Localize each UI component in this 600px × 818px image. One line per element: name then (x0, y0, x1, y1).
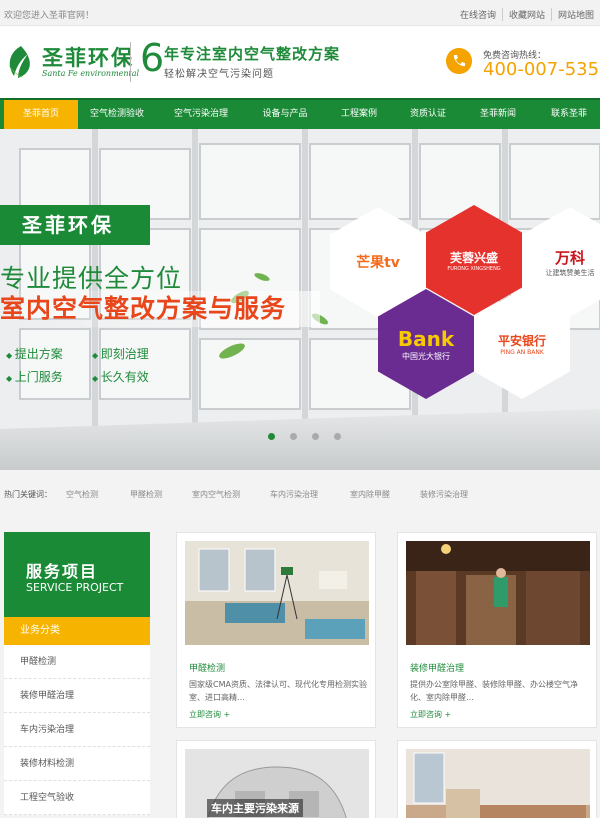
banner-headline-2: 室内空气整改方案与服务 (0, 294, 287, 323)
hot-keywords: 热门关键词： 空气检测 甲醛检测 室内空气检测 车内污染治理 室内除甲醛 装修污… (0, 481, 600, 507)
card-image-testing-room (185, 541, 369, 645)
partner-name: Bank (397, 326, 455, 351)
sidebar-title: 服务项目 (26, 562, 99, 581)
sidebar-item-material-test[interactable]: 装修材料检测 (4, 747, 150, 781)
keyword-link[interactable]: 车内污染治理 (270, 489, 318, 500)
welcome-text: 欢迎您进入圣菲官网！ (4, 11, 95, 21)
card-image-caption: 车内主要污染来源 (207, 799, 303, 817)
bullet-item: 上门服务 (6, 368, 92, 385)
slogan-sub: 轻松解决空气污染问题 (164, 69, 274, 80)
partner-name: 芙蓉兴盛 (449, 250, 498, 265)
nav-item-pollution-control[interactable]: 空气污染治理 (164, 100, 238, 129)
logo-english: Santa Fe environmental (42, 69, 140, 78)
years-number: 6 (140, 36, 165, 80)
logo-text[interactable]: 圣菲环保 (42, 42, 134, 72)
slide-dots (268, 433, 356, 440)
nav-item-news[interactable]: 圣菲新闻 (468, 100, 528, 129)
card-description: 提供办公室除甲醛、装修除甲醛、办公楼空气净化、室内除甲醛… (410, 680, 578, 702)
top-links: 在线咨询 收藏网站 网站地图 (454, 8, 600, 21)
sidebar-item-renovation-treatment[interactable]: 装修甲醛治理 (4, 679, 150, 713)
nav-item-air-testing[interactable]: 空气检测验收 (80, 100, 154, 129)
bullet-item: 即刻治理 (92, 345, 178, 362)
nav-item-cases[interactable]: 工程案例 (324, 100, 394, 129)
sitemap-link[interactable]: 网站地图 (550, 8, 600, 21)
partner-sub: 让建筑赞美生活 (545, 268, 595, 277)
card-description: 国家级CMA资质、法律认可、现代化专用检测实验室、进口高精… (189, 680, 367, 702)
card-title[interactable]: 甲醛检测 (189, 661, 225, 674)
keyword-link[interactable]: 室内除甲醛 (350, 489, 390, 500)
header-divider (130, 42, 131, 82)
keyword-link[interactable]: 装修污染治理 (420, 489, 468, 500)
hero-banner[interactable]: 圣菲环保 专业提供全方位 室内空气整改方案与服务 提出方案 即刻治理 上门服务 … (0, 129, 600, 470)
service-card[interactable]: 甲醛检测 国家级CMA资质、法律认可、现代化专用检测实验室、进口高精… 立即咨询… (176, 532, 376, 728)
slide-dot[interactable] (268, 433, 275, 440)
nav-item-equipment[interactable]: 设备与产品 (248, 100, 322, 129)
online-consult-link[interactable]: 在线咨询 (454, 8, 502, 21)
sidebar-item-vehicle-treatment[interactable]: 车内污染治理 (4, 713, 150, 747)
service-card[interactable] (397, 740, 597, 818)
sidebar-category: 业务分类 (4, 617, 150, 645)
card-title[interactable]: 装修甲醛治理 (410, 661, 464, 674)
top-bar: 欢迎您进入圣菲官网！ 在线咨询 收藏网站 网站地图 (0, 0, 600, 26)
card-image-renovation (406, 541, 590, 645)
card-consult-link[interactable]: 立即咨询 + (189, 709, 230, 720)
sidebar-item-acceptance[interactable]: 工程空气验收 (4, 781, 150, 815)
slide-dot[interactable] (334, 433, 341, 440)
service-card[interactable]: 车内主要污染来源 (176, 740, 376, 818)
partner-name: 芒果tv (356, 255, 400, 271)
sidebar-item-formaldehyde-test[interactable]: 甲醛检测 (4, 645, 150, 679)
card-image-material-room (406, 749, 590, 818)
banner-headline-2-wrap: 室内空气整改方案与服务 (0, 291, 320, 327)
banner-bullets: 提出方案 即刻治理 上门服务 长久有效 (6, 345, 178, 391)
main-nav: 圣菲首页 空气检测验收 空气污染治理 设备与产品 工程案例 资质认证 圣菲新闻 … (0, 98, 600, 129)
service-card[interactable]: 装修甲醛治理 提供办公室除甲醛、装修除甲醛、办公楼空气净化、室内除甲醛… 立即咨… (397, 532, 597, 728)
card-consult-link[interactable]: 立即咨询 + (410, 709, 451, 720)
partner-sub: 中国光大银行 (402, 351, 450, 361)
nav-item-contact[interactable]: 联系圣菲 (538, 100, 600, 129)
keyword-link[interactable]: 室内空气检测 (192, 489, 240, 500)
site-header: 圣菲环保 Santa Fe environmental 6 年专注室内空气整改方… (0, 26, 600, 98)
partner-name: 平安银行 (497, 334, 546, 348)
nav-item-home[interactable]: 圣菲首页 (4, 100, 78, 129)
banner-brand-box: 圣菲环保 (0, 205, 150, 245)
keyword-link[interactable]: 甲醛检测 (130, 489, 162, 500)
bullet-item: 提出方案 (6, 345, 92, 362)
phone-icon (446, 48, 472, 74)
service-sidebar-header: 服务项目 SERVICE PROJECT (4, 532, 150, 617)
slide-dot[interactable] (312, 433, 319, 440)
partner-sub: FURONG XINGSHENG (447, 265, 501, 272)
bookmark-link[interactable]: 收藏网站 (501, 8, 551, 21)
slogan-main: 年专注室内空气整改方案 (164, 45, 341, 63)
banner-headline-1: 专业提供全方位 (0, 264, 183, 293)
keywords-label: 热门关键词： (4, 490, 52, 499)
partner-sub: PING AN BANK (500, 349, 544, 356)
partner-name: 万科 (554, 248, 585, 267)
slide-dot[interactable] (290, 433, 297, 440)
nav-item-certification[interactable]: 资质认证 (398, 100, 458, 129)
sidebar-title-en: SERVICE PROJECT (26, 581, 124, 594)
bullet-item: 长久有效 (92, 368, 178, 385)
sidebar-list: 甲醛检测 装修甲醛治理 车内污染治理 装修材料检测 工程空气验收 (4, 645, 150, 815)
hotline-number[interactable]: 400-007-5350 (483, 59, 600, 80)
keyword-link[interactable]: 空气检测 (66, 489, 98, 500)
logo-leaf-icon[interactable] (4, 44, 38, 80)
